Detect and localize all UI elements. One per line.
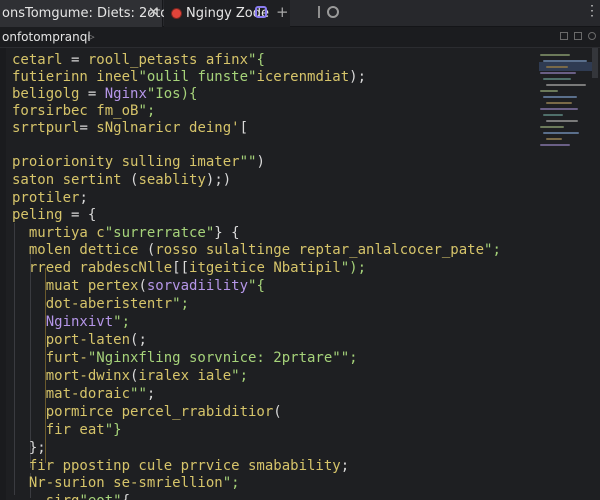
split-editor-icon[interactable] (318, 6, 320, 18)
minimap-line (543, 114, 563, 116)
settings-icon[interactable] (588, 32, 596, 40)
code-line[interactable]: proiorionity sulling imater"") (12, 152, 265, 172)
close-icon[interactable]: ✕ (148, 5, 159, 20)
code-editor[interactable]: cetarl = rooll_petasts afinx"{futierinn … (0, 48, 530, 500)
minimap-line (540, 126, 564, 128)
code-line[interactable]: port-laten(; (12, 330, 147, 350)
minimap-line (543, 60, 587, 62)
code-line[interactable]: fir eat"} (12, 420, 122, 440)
minimap-line (540, 108, 578, 110)
tab-nginx-code[interactable]: Ngingy Zode + (164, 0, 290, 27)
more-actions-icon[interactable]: ⋮ (585, 3, 599, 19)
toolbar-icons (318, 6, 339, 18)
minimap-line (546, 102, 572, 104)
breadcrumb-bar: onfotompranql ▷ (0, 27, 600, 48)
code-line[interactable]: mat-doraic""; (12, 384, 156, 404)
minimap-line (540, 54, 570, 56)
minimap-line (543, 132, 579, 134)
code-line[interactable]: rreed rabdescNlle[[itgeitice Nbatipil"); (12, 258, 366, 278)
tab-bar: onsTomgume: Diets: 2otog ✕ Ngingy Zode +… (0, 0, 600, 27)
minimap-line (546, 66, 568, 68)
new-tab-plus-icon[interactable]: + (276, 3, 289, 21)
code-line[interactable]: peling = { (12, 205, 96, 225)
code-line[interactable]: mort-dwinx(iralex iale"; (12, 366, 248, 386)
minimap-line (543, 96, 577, 98)
code-line[interactable]: muat pertex(sorvadiility"{ (12, 276, 265, 296)
code-line[interactable]: }; (12, 438, 46, 458)
minimap-line (543, 78, 571, 80)
minimap-line (546, 138, 562, 140)
code-line[interactable]: dot-aberistentr"; (12, 294, 189, 314)
code-line[interactable]: molen dettice (rosso sulaltinge reptar_a… (12, 240, 501, 260)
minimap-line (540, 90, 558, 92)
layout-icon[interactable] (560, 32, 568, 40)
run-icon[interactable]: ▷ (88, 30, 95, 43)
minimap-line (540, 72, 576, 74)
code-line[interactable]: saton sertint (seablity);) (12, 170, 231, 190)
code-line[interactable]: Nr-surion se-smriellion"; (12, 473, 240, 493)
tab-active-file[interactable]: onsTomgume: Diets: 2otog ✕ (0, 0, 177, 27)
modified-indicator-icon[interactable] (255, 6, 267, 18)
minimap-line (546, 84, 586, 86)
code-line[interactable]: sirg"eot"{ (12, 491, 130, 500)
sync-icon[interactable] (327, 6, 339, 18)
split-icon[interactable] (574, 32, 582, 40)
scrollbar-thumb[interactable] (592, 48, 598, 78)
code-line[interactable]: furt-"Nginxfling sorvnice: 2prtare""; (12, 348, 358, 368)
code-line[interactable]: pormirce percel_rrabiditior( (12, 402, 282, 422)
minimap-line (540, 144, 570, 146)
code-line[interactable]: Nginxivt"; (12, 312, 130, 332)
breadcrumb[interactable]: onfotompranql (2, 30, 91, 44)
tab-status-dot-icon (172, 9, 181, 18)
minimap-line (546, 120, 578, 122)
code-line[interactable]: srrtpurl= sNglnaricr deing'[ (12, 118, 248, 138)
